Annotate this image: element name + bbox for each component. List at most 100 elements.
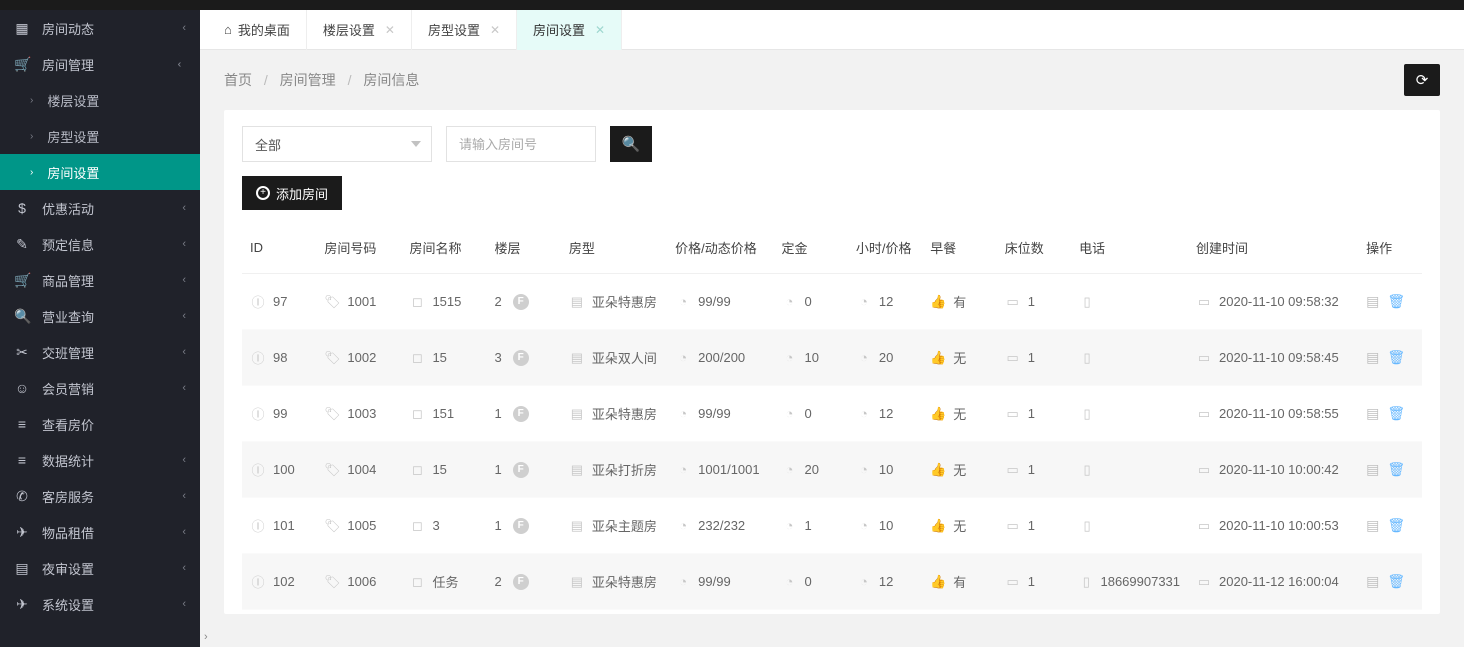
sidebar-item[interactable]: 🛒房间管理⌄ xyxy=(0,46,200,82)
breadcrumb-page: 房间信息 xyxy=(363,72,419,88)
edit-button[interactable]: ▤ xyxy=(1366,405,1379,422)
phone-icon: ▯ xyxy=(1079,518,1095,534)
table-row: Ⓘ102🏷1006◻任务2F▤亚朵特惠房◔99/99◔0◔12👍有▭1▯1866… xyxy=(242,554,1422,610)
sidebar-item[interactable]: ≡查看房价 xyxy=(0,406,200,442)
table-header: 房型 xyxy=(561,222,667,274)
tab[interactable]: 房间设置✕ xyxy=(517,10,622,50)
sidebar-subitem[interactable]: ›房型设置 xyxy=(0,118,200,154)
filter-select-value: 全部 xyxy=(255,135,281,154)
close-icon[interactable]: ✕ xyxy=(490,23,500,37)
edit-button[interactable]: ▤ xyxy=(1366,517,1379,534)
sidebar-item-label: 会员营销 xyxy=(42,379,182,398)
footer-caret-icon[interactable]: › xyxy=(204,631,208,643)
sidebar-item[interactable]: ✈系统设置‹ xyxy=(0,586,200,622)
cell-value: 无 xyxy=(953,404,966,423)
cell-value: 1005 xyxy=(347,518,376,533)
sidebar-item-label: 数据统计 xyxy=(42,451,182,470)
tag-icon: 🏷 xyxy=(324,294,340,310)
floor-badge-icon: F xyxy=(513,574,529,590)
sidebar-subitem[interactable]: ›楼层设置 xyxy=(0,82,200,118)
sidebar-item-icon: ✈ xyxy=(14,596,30,613)
edit-button[interactable]: ▤ xyxy=(1366,573,1379,590)
sidebar-item-label: 系统设置 xyxy=(42,595,182,614)
floor-badge-icon: F xyxy=(513,406,529,422)
sidebar-item[interactable]: ✂交班管理‹ xyxy=(0,334,200,370)
sidebar-item[interactable]: ✈物品租借‹ xyxy=(0,514,200,550)
tab[interactable]: 房型设置 ✕ xyxy=(412,10,517,50)
filter-select[interactable]: 全部 xyxy=(242,126,432,162)
table-header: 价格/动态价格 xyxy=(667,222,773,274)
search-button[interactable]: 🔍 xyxy=(610,126,652,162)
floor-badge-icon: F xyxy=(513,294,529,310)
chevron-icon: ‹ xyxy=(182,526,186,538)
cell-value: 1 xyxy=(494,406,501,421)
cell-value: 2020-11-10 09:58:55 xyxy=(1219,406,1339,421)
cell-value: 0 xyxy=(804,574,811,589)
type-icon: ▤ xyxy=(569,518,585,534)
sidebar-item-icon: ✈ xyxy=(14,524,30,541)
tab[interactable]: 楼层设置 ✕ xyxy=(307,10,412,50)
delete-button[interactable]: 🗑 xyxy=(1387,461,1405,478)
edit-button[interactable]: ▤ xyxy=(1366,461,1379,478)
type-icon: ▤ xyxy=(569,350,585,366)
thumb-icon: 👍 xyxy=(930,294,946,310)
sidebar-item-icon: $ xyxy=(14,200,30,216)
cell-value: 无 xyxy=(953,516,966,535)
chevron-icon: ‹ xyxy=(182,454,186,466)
sidebar-item[interactable]: 🔍营业查询‹ xyxy=(0,298,200,334)
add-room-label: 添加房间 xyxy=(276,184,328,203)
breadcrumb-home[interactable]: 首页 xyxy=(224,72,252,88)
cell-value: 亚朵特惠房 xyxy=(592,404,657,423)
bed-icon: ▭ xyxy=(1005,462,1021,478)
floor-badge-icon: F xyxy=(513,462,529,478)
sidebar-item[interactable]: ✆客房服务‹ xyxy=(0,478,200,514)
edit-button[interactable]: ▤ xyxy=(1366,293,1379,310)
cell-value: 200/200 xyxy=(698,350,745,365)
close-icon[interactable]: ✕ xyxy=(595,23,605,37)
sidebar-item-label: 查看房价 xyxy=(42,415,186,434)
sidebar-item[interactable]: 🛒商品管理‹ xyxy=(0,262,200,298)
main-area: ⌂我的桌面楼层设置✕房型设置✕房间设置✕ 首页 / 房间管理 / 房间信息 ⟳ … xyxy=(200,10,1464,647)
sidebar-item[interactable]: $优惠活动‹ xyxy=(0,190,200,226)
delete-button[interactable]: 🗑 xyxy=(1387,349,1405,366)
refresh-button[interactable]: ⟳ xyxy=(1404,64,1440,96)
chevron-icon: ⌄ xyxy=(175,59,188,68)
sidebar-item[interactable]: ✎预定信息‹ xyxy=(0,226,200,262)
table-row: Ⓘ100🏷1004◻151F▤亚朵打折房◔1001/1001◔20◔10👍无▭1… xyxy=(242,442,1422,498)
tab-label: 房型设置 xyxy=(428,20,480,39)
close-icon[interactable]: ✕ xyxy=(385,23,395,37)
id-icon: Ⓘ xyxy=(250,462,266,478)
add-room-button[interactable]: + 添加房间 xyxy=(242,176,342,210)
search-input[interactable] xyxy=(446,126,596,162)
sidebar-item-label: 预定信息 xyxy=(42,235,182,254)
sidebar-item-icon: ✎ xyxy=(14,236,30,253)
type-icon: ▤ xyxy=(569,406,585,422)
search-icon: 🔍 xyxy=(622,135,641,153)
hour-icon: ◔ xyxy=(856,518,872,534)
sidebar-item[interactable]: ▦房间动态‹ xyxy=(0,10,200,46)
sidebar-item[interactable]: ≡数据统计‹ xyxy=(0,442,200,478)
refresh-icon: ⟳ xyxy=(1416,71,1429,89)
delete-button[interactable]: 🗑 xyxy=(1387,573,1405,590)
sidebar-subitem[interactable]: ›房间设置 xyxy=(0,154,200,190)
cell-value: 15 xyxy=(432,462,446,477)
cell-value: 1 xyxy=(1028,294,1035,309)
cell-value: 102 xyxy=(273,574,295,589)
cell-value: 1 xyxy=(494,518,501,533)
edit-button[interactable]: ▤ xyxy=(1366,349,1379,366)
breadcrumb-section[interactable]: 房间管理 xyxy=(280,72,336,88)
sidebar-item-icon: 🛒 xyxy=(14,56,30,73)
delete-button[interactable]: 🗑 xyxy=(1387,293,1405,310)
chevron-icon: ‹ xyxy=(182,382,186,394)
sidebar-item-label: 营业查询 xyxy=(42,307,182,326)
cell-value: 0 xyxy=(804,406,811,421)
sidebar-item[interactable]: ☺会员营销‹ xyxy=(0,370,200,406)
tab-label: 楼层设置 xyxy=(323,20,375,39)
sidebar-item[interactable]: ▤夜审设置‹ xyxy=(0,550,200,586)
phone-icon: ▯ xyxy=(1079,350,1095,366)
cell-value: 无 xyxy=(953,348,966,367)
tab[interactable]: ⌂我的桌面 xyxy=(208,10,307,50)
delete-button[interactable]: 🗑 xyxy=(1387,405,1405,422)
delete-button[interactable]: 🗑 xyxy=(1387,517,1405,534)
content-card: 全部 🔍 + 添加房间 ID房间号码房间名称楼层房型价格/动态价格定金小时/ xyxy=(224,110,1440,614)
